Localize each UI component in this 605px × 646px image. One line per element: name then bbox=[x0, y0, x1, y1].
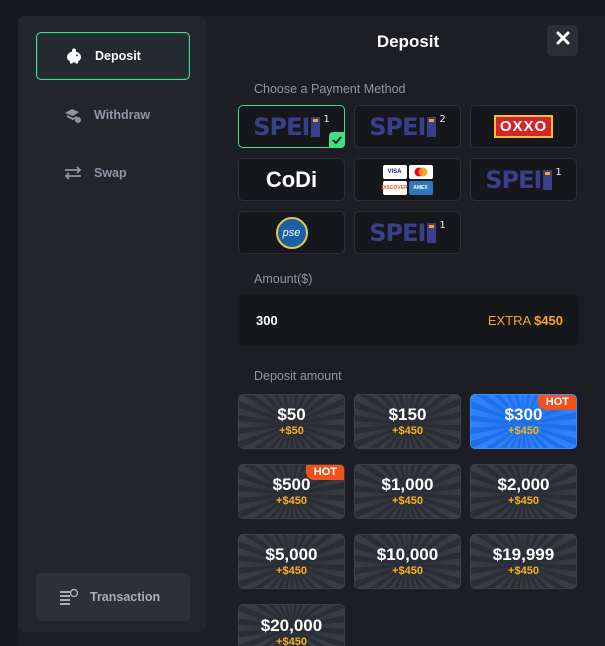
transaction-label: Transaction bbox=[90, 590, 161, 604]
payment-method-oxxo[interactable]: OXXO bbox=[470, 105, 577, 148]
card-brands-logo: VISA DISCOVER AMEX bbox=[381, 164, 433, 195]
swap-arrows-icon bbox=[62, 162, 84, 184]
amount-input[interactable] bbox=[254, 311, 408, 329]
payment-method-spei-2[interactable]: SPEI 2 bbox=[354, 105, 461, 148]
sidebar-item-swap[interactable]: Swap bbox=[36, 149, 190, 197]
oxxo-logo: OXXO bbox=[493, 115, 554, 138]
mastercard-icon bbox=[408, 164, 433, 179]
spei-logo: SPEI 1 bbox=[485, 165, 562, 194]
transaction-button[interactable]: Transaction bbox=[36, 573, 190, 621]
spei-logo: SPEI 1 bbox=[253, 112, 330, 141]
deposit-amount-label: Deposit amount bbox=[254, 369, 342, 383]
extra-bonus-text: EXTRA $450 bbox=[487, 312, 563, 328]
amount-tile[interactable]: $2,000 +$450 bbox=[470, 464, 577, 519]
payment-method-label: Choose a Payment Method bbox=[254, 82, 406, 96]
codi-logo: CoDi bbox=[265, 166, 318, 192]
sidebar-item-deposit[interactable]: Deposit bbox=[36, 32, 190, 80]
close-icon bbox=[556, 31, 570, 50]
hot-badge: HOT bbox=[537, 395, 576, 410]
payment-method-cards[interactable]: VISA DISCOVER AMEX bbox=[354, 158, 461, 201]
sidebar-item-label: Swap bbox=[94, 166, 127, 180]
piggy-bank-icon bbox=[63, 45, 85, 67]
amount-tile-selected[interactable]: HOT $300 +$450 bbox=[470, 394, 577, 449]
sidebar-item-label: Deposit bbox=[95, 49, 141, 63]
payment-method-pse[interactable]: pse bbox=[238, 211, 345, 254]
amount-tile[interactable]: HOT $500 +$450 bbox=[238, 464, 345, 519]
payment-method-codi[interactable]: CoDi bbox=[238, 158, 345, 201]
amount-tile[interactable]: $150 +$450 bbox=[354, 394, 461, 449]
check-icon bbox=[329, 132, 345, 148]
amount-label: Amount($) bbox=[254, 272, 313, 286]
close-button[interactable] bbox=[547, 25, 578, 56]
page-title: Deposit bbox=[376, 32, 440, 51]
sidebar-item-withdraw[interactable]: Withdraw bbox=[36, 91, 190, 139]
hot-badge: HOT bbox=[305, 465, 344, 480]
amount-tile[interactable]: $1,000 +$450 bbox=[354, 464, 461, 519]
amount-tile[interactable]: $20,000 +$450 bbox=[238, 604, 345, 646]
payment-method-spei-4[interactable]: SPEI 1 bbox=[354, 211, 461, 254]
withdraw-icon bbox=[62, 104, 84, 126]
spei-logo: SPEI 2 bbox=[369, 112, 446, 141]
spei-logo: SPEI 1 bbox=[369, 218, 446, 247]
amount-tile[interactable]: $5,000 +$450 bbox=[238, 534, 345, 589]
payment-method-spei-1[interactable]: SPEI 1 bbox=[238, 105, 345, 148]
transaction-list-icon bbox=[58, 586, 80, 608]
amount-tile[interactable]: $50 +$50 bbox=[238, 394, 345, 449]
amount-tile[interactable]: $10,000 +$450 bbox=[354, 534, 461, 589]
amount-field[interactable]: EXTRA $450 bbox=[238, 295, 579, 345]
sidebar: Deposit Withdraw Swap Transaction bbox=[18, 16, 206, 632]
payment-method-spei-3[interactable]: SPEI 1 bbox=[470, 158, 577, 201]
amount-tile[interactable]: $19,999 +$450 bbox=[470, 534, 577, 589]
sidebar-item-label: Withdraw bbox=[94, 108, 151, 122]
pse-logo: pse bbox=[275, 216, 308, 249]
